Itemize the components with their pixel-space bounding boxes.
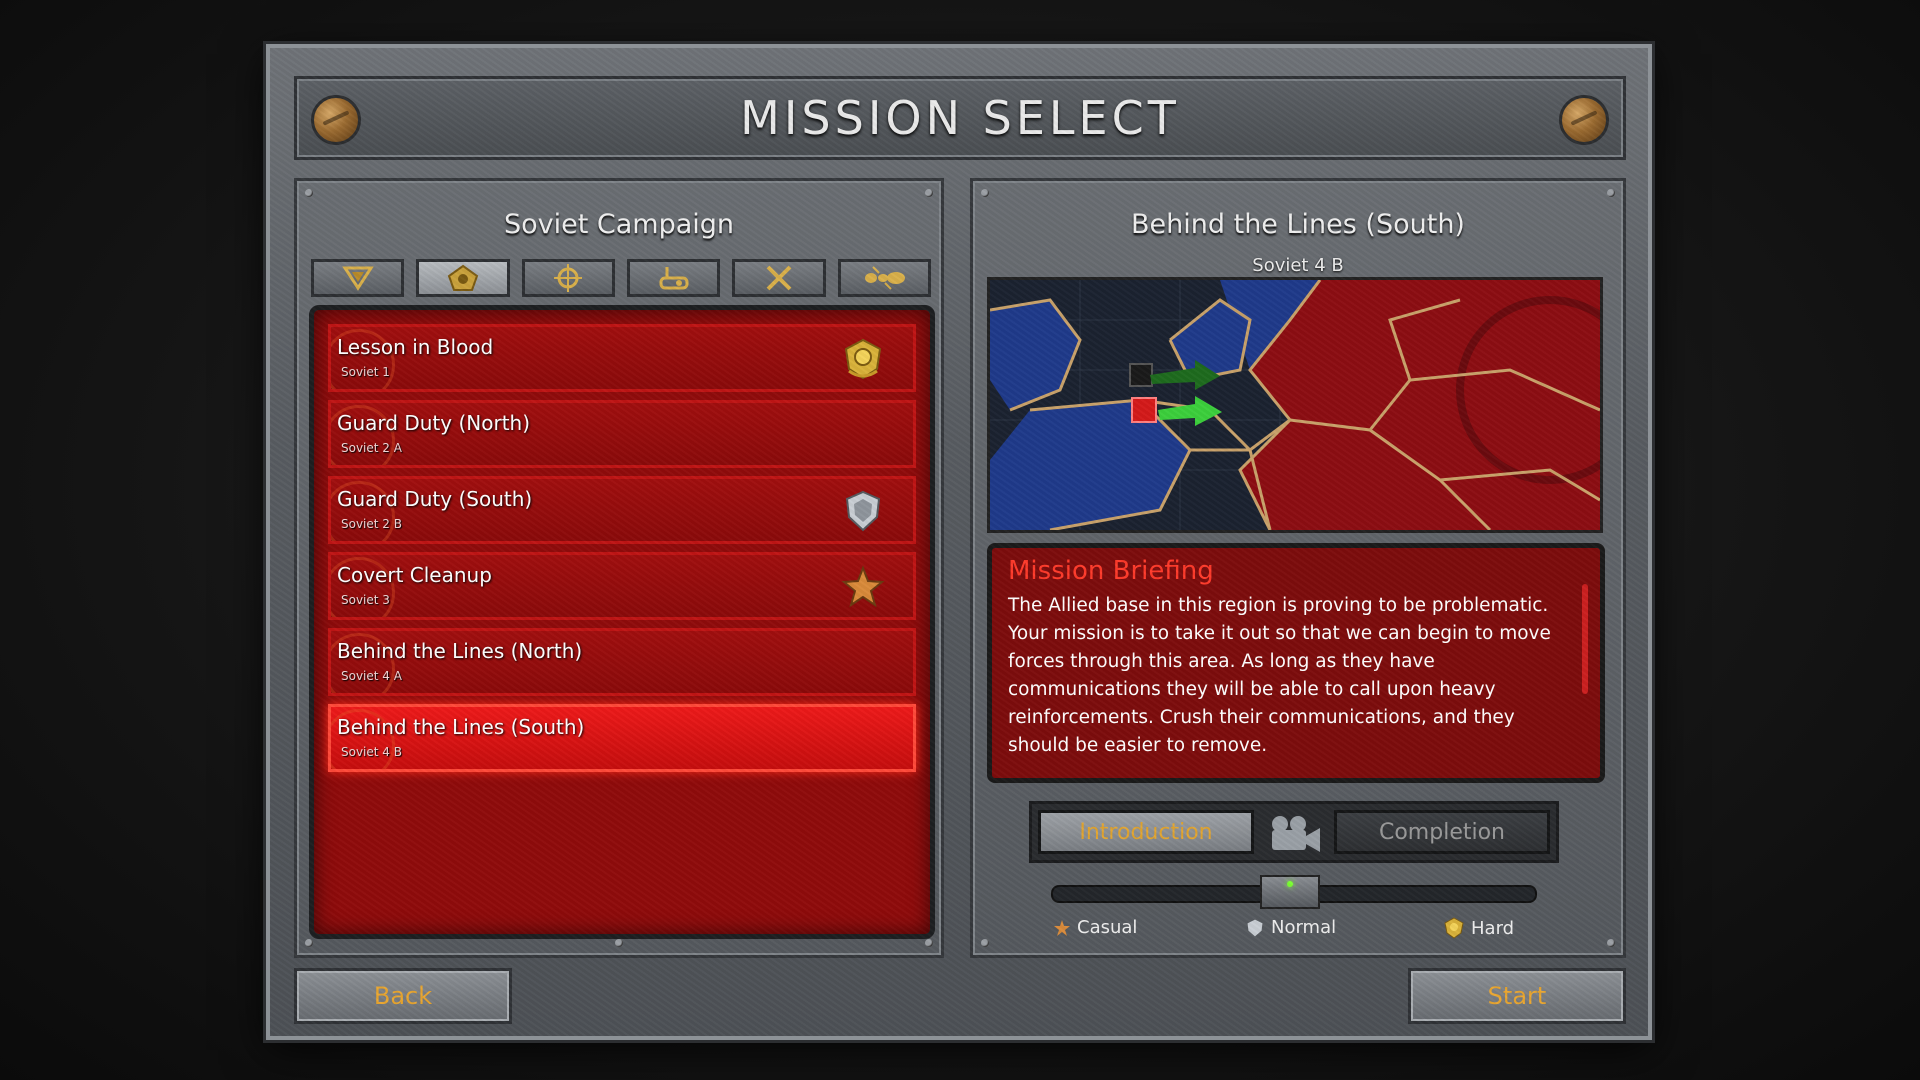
mission-subtitle: Soviet 4 B [341, 745, 402, 759]
campaign-panel: Soviet Campaign Lesson in Blood Soviet 1… [294, 178, 944, 958]
mission-select-frame: MISSION SELECT Soviet Campaign Lesson in… [266, 44, 1652, 1040]
film-camera-icon [1272, 816, 1320, 852]
mission-item-selected[interactable]: Behind the Lines (South) Soviet 4 B [328, 704, 916, 772]
back-button[interactable]: Back [294, 968, 512, 1024]
difficulty-normal[interactable]: Normal [1245, 917, 1336, 938]
video-selector: Introduction Completion [1029, 801, 1559, 863]
mission-detail-panel: Behind the Lines (South) Soviet 4 B Miss… [970, 178, 1626, 958]
mission-title: Behind the Lines (South) [1131, 209, 1465, 240]
ant-icon [865, 266, 906, 290]
pentagon-emblem-icon [447, 264, 479, 291]
briefing-text: The Allied base in this region is provin… [1008, 595, 1551, 756]
mission-list: Lesson in Blood Soviet 1 Guard Duty (Nor… [309, 305, 935, 939]
tab-tools[interactable] [732, 259, 826, 297]
difficulty-label: Normal [1271, 917, 1337, 938]
mission-item[interactable]: Guard Duty (South) Soviet 2 B [328, 476, 916, 544]
crosshair-icon [554, 264, 583, 292]
start-button[interactable]: Start [1408, 968, 1626, 1024]
map-image [990, 280, 1600, 530]
tab-soviet-hammer[interactable] [311, 259, 405, 297]
briefing-title: Mission Briefing [1008, 556, 1214, 586]
tab-crosshair[interactable] [521, 259, 615, 297]
mission-subtitle: Soviet 3 [341, 593, 390, 607]
mission-briefing[interactable]: Mission Briefing The Allied base in this… [987, 543, 1605, 783]
page-title: MISSION SELECT [740, 91, 1180, 145]
briefing-scrollbar[interactable] [1582, 584, 1588, 694]
mission-name: Behind the Lines (South) [337, 715, 585, 739]
bolt-icon [1559, 95, 1609, 145]
difficulty-label: Hard [1471, 917, 1515, 939]
mission-item[interactable]: Guard Duty (North) Soviet 2 A [328, 400, 916, 468]
tab-wrench-tank[interactable] [626, 259, 721, 297]
mission-subtitle: Soviet 2 B [341, 517, 402, 531]
bronze-star-icon [841, 565, 885, 608]
difficulty-slider-handle[interactable] [1260, 875, 1320, 909]
bolt-icon [311, 95, 361, 145]
mission-map [987, 277, 1603, 533]
difficulty-hard[interactable]: Hard [1443, 917, 1514, 939]
mission-name: Behind the Lines (North) [337, 639, 583, 663]
completion-button[interactable]: Completion [1334, 810, 1550, 854]
mission-code: Soviet 4 B [1252, 255, 1344, 276]
mission-name: Guard Duty (North) [337, 411, 531, 435]
gold-medal-icon [1444, 917, 1464, 939]
campaign-title: Soviet Campaign [503, 209, 735, 240]
mission-subtitle: Soviet 2 A [341, 441, 402, 455]
difficulty-casual[interactable]: Casual [1053, 917, 1137, 938]
mission-name: Guard Duty (South) [337, 487, 533, 511]
title-bar: MISSION SELECT [294, 76, 1626, 160]
mission-subtitle: Soviet 1 [341, 365, 390, 379]
mission-item[interactable]: Behind the Lines (North) Soviet 4 A [328, 628, 916, 696]
silver-medal-icon [1246, 917, 1264, 938]
tools-icon [766, 265, 792, 291]
silver-medal-icon [845, 490, 881, 532]
soviet-hammer-icon [341, 266, 374, 291]
mission-name: Covert Cleanup [337, 563, 492, 587]
introduction-button[interactable]: Introduction [1038, 810, 1254, 854]
wrench-tank-icon [659, 267, 689, 290]
mission-name: Lesson in Blood [337, 335, 494, 359]
tab-ant[interactable] [837, 259, 931, 297]
mission-item[interactable]: Lesson in Blood Soviet 1 [328, 324, 916, 392]
mission-subtitle: Soviet 4 A [341, 669, 402, 683]
campaign-category-tabs [311, 259, 931, 299]
mission-item[interactable]: Covert Cleanup Soviet 3 [328, 552, 916, 620]
tab-pentagon-emblem[interactable] [416, 259, 510, 297]
gold-medal-icon [844, 338, 882, 380]
bronze-star-icon [1054, 919, 1070, 936]
difficulty-label: Casual [1077, 917, 1138, 938]
